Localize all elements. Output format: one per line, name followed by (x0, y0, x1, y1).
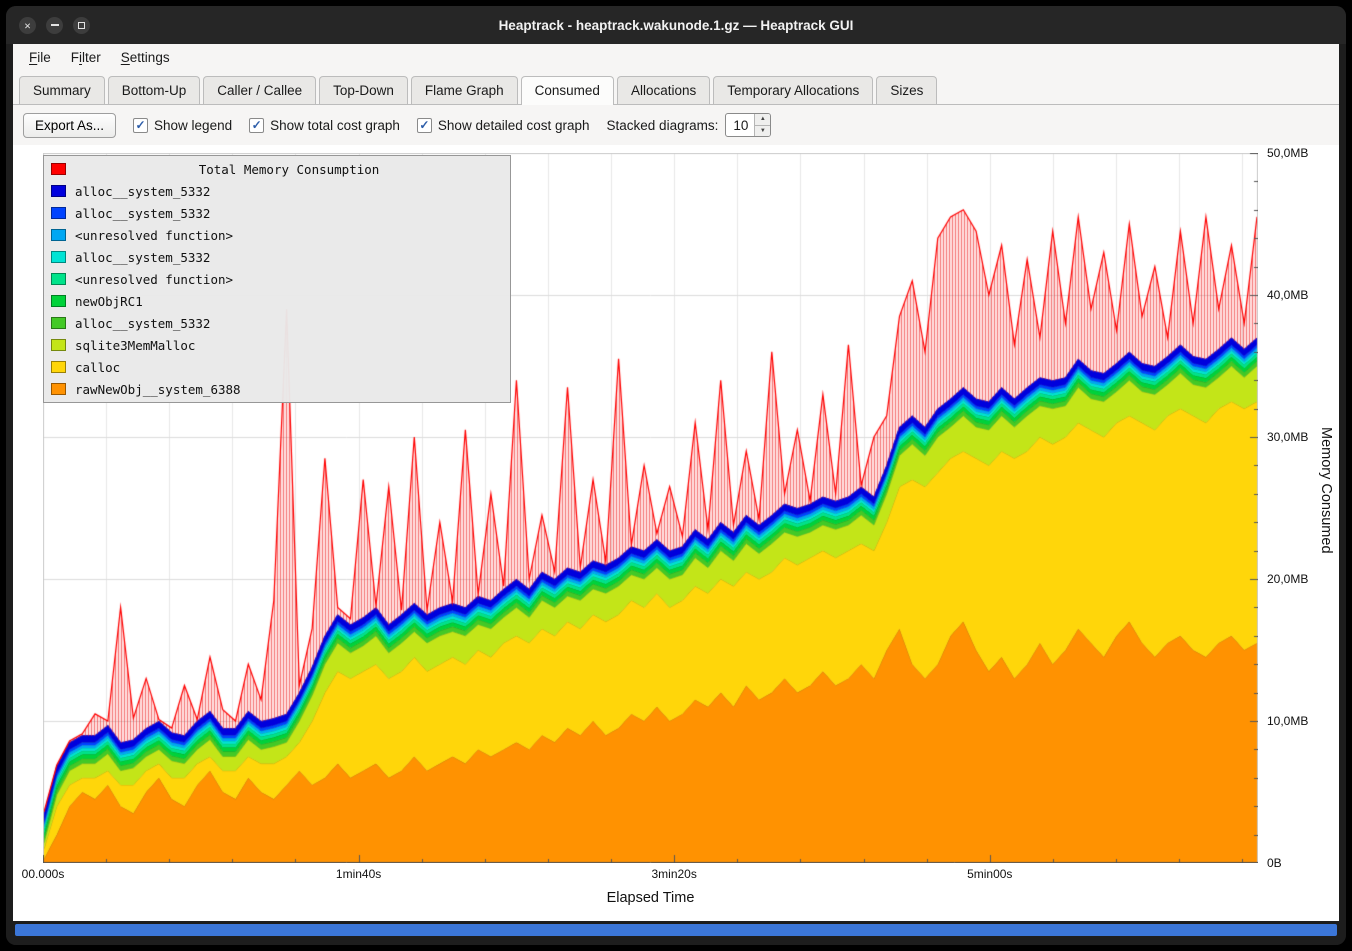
legend-swatch (51, 185, 66, 197)
tab-consumed[interactable]: Consumed (521, 76, 614, 105)
tab-summary[interactable]: Summary (19, 76, 105, 104)
spinbox-value: 10 (726, 114, 754, 136)
window-controls (19, 17, 90, 34)
spinbox-buttons (754, 114, 770, 136)
legend-swatch (51, 361, 66, 373)
legend-item: alloc__system_5332 (44, 312, 510, 334)
legend-swatch (51, 229, 66, 241)
legend-item: alloc__system_5332 (44, 180, 510, 202)
checkbox-show-legend[interactable]: Show legend (133, 118, 232, 133)
legend-item: alloc__system_5332 (44, 202, 510, 224)
legend-title: Total Memory Consumption (75, 162, 503, 177)
menu-settings[interactable]: Settings (111, 47, 180, 68)
checkbox-label: Show detailed cost graph (438, 118, 590, 133)
tab-bottom-up[interactable]: Bottom-Up (108, 76, 201, 104)
legend-label: calloc (75, 360, 120, 375)
checkbox-label: Show total cost graph (270, 118, 400, 133)
legend-label: <unresolved function> (75, 272, 233, 287)
tabbar: Summary Bottom-Up Caller / Callee Top-Do… (13, 71, 1339, 105)
x-tick-label: 00.000s (22, 867, 65, 881)
legend-item: newObjRC1 (44, 290, 510, 312)
y-tick-label: 50,0MB (1267, 146, 1308, 160)
close-button[interactable] (19, 17, 36, 34)
tab-caller-callee[interactable]: Caller / Callee (203, 76, 316, 104)
y-tick-label: 30,0MB (1267, 430, 1308, 444)
legend-swatch (51, 383, 66, 395)
y-tick-label: 40,0MB (1267, 288, 1308, 302)
y-axis-label: Memory Consumed (1318, 427, 1334, 554)
chart-section: Total Memory Consumption alloc__system_5… (13, 145, 1339, 921)
toolbar: Export As... Show legend Show total cost… (13, 105, 1339, 145)
menu-file[interactable]: File (19, 47, 61, 68)
tab-temporary-allocations[interactable]: Temporary Allocations (713, 76, 873, 104)
x-tick-label: 1min40s (336, 867, 381, 881)
menubar: File Filter Settings (13, 44, 1339, 71)
legend-label: alloc__system_5332 (75, 206, 210, 221)
stacked-diagrams-label: Stacked diagrams: (607, 118, 719, 133)
legend-item: alloc__system_5332 (44, 246, 510, 268)
legend-swatch (51, 317, 66, 329)
legend-title-row: Total Memory Consumption (44, 158, 510, 180)
legend-label: <unresolved function> (75, 228, 233, 243)
legend-swatch (51, 251, 66, 263)
timeline-range-bar[interactable] (15, 924, 1337, 936)
checkbox-icon (249, 118, 264, 133)
y-tick-label: 10,0MB (1267, 714, 1308, 728)
legend-swatch (51, 273, 66, 285)
legend-label: alloc__system_5332 (75, 184, 210, 199)
tab-allocations[interactable]: Allocations (617, 76, 710, 104)
minimize-icon (51, 24, 59, 26)
legend-item: rawNewObj__system_6388 (44, 378, 510, 400)
window-title: Heaptrack - heaptrack.wakunode.1.gz — He… (6, 18, 1346, 33)
app-window: Heaptrack - heaptrack.wakunode.1.gz — He… (6, 6, 1346, 945)
legend-label: alloc__system_5332 (75, 316, 210, 331)
legend-item: <unresolved function> (44, 268, 510, 290)
tab-flame-graph[interactable]: Flame Graph (411, 76, 518, 104)
content-area: File Filter Settings Summary Bottom-Up C… (13, 44, 1339, 921)
y-tick-label: 0B (1267, 856, 1282, 870)
menu-filter[interactable]: Filter (61, 47, 111, 68)
x-tick-label: 5min00s (967, 867, 1012, 881)
tab-top-down[interactable]: Top-Down (319, 76, 408, 104)
bottombar (6, 921, 1346, 945)
close-icon (24, 16, 31, 34)
checkbox-show-detailed-cost-graph[interactable]: Show detailed cost graph (417, 118, 590, 133)
x-axis-label: Elapsed Time (43, 890, 1258, 906)
checkbox-icon (417, 118, 432, 133)
legend-label: newObjRC1 (75, 294, 143, 309)
y-tick-label: 20,0MB (1267, 572, 1308, 586)
export-as-button[interactable]: Export As... (23, 113, 116, 138)
legend-swatch (51, 295, 66, 307)
legend-swatch (51, 339, 66, 351)
checkbox-icon (133, 118, 148, 133)
legend-label: alloc__system_5332 (75, 250, 210, 265)
stacked-diagrams-spinbox[interactable]: 10 (725, 113, 771, 137)
x-tick-label: 3min20s (651, 867, 696, 881)
legend-swatch (51, 207, 66, 219)
minimize-button[interactable] (46, 17, 63, 34)
legend-label: sqlite3MemMalloc (75, 338, 195, 353)
spin-up-button[interactable] (755, 114, 770, 126)
legend-item: <unresolved function> (44, 224, 510, 246)
chart-legend: Total Memory Consumption alloc__system_5… (43, 155, 511, 403)
spin-down-button[interactable] (755, 126, 770, 137)
titlebar: Heaptrack - heaptrack.wakunode.1.gz — He… (6, 6, 1346, 44)
tab-sizes[interactable]: Sizes (876, 76, 937, 104)
legend-item: calloc (44, 356, 510, 378)
legend-item: sqlite3MemMalloc (44, 334, 510, 356)
maximize-button[interactable] (73, 17, 90, 34)
legend-title-swatch (51, 163, 66, 175)
checkbox-label: Show legend (154, 118, 232, 133)
stacked-diagrams-control: Stacked diagrams: 10 (607, 113, 772, 137)
checkbox-show-total-cost-graph[interactable]: Show total cost graph (249, 118, 400, 133)
maximize-icon (78, 22, 85, 29)
legend-label: rawNewObj__system_6388 (75, 382, 241, 397)
